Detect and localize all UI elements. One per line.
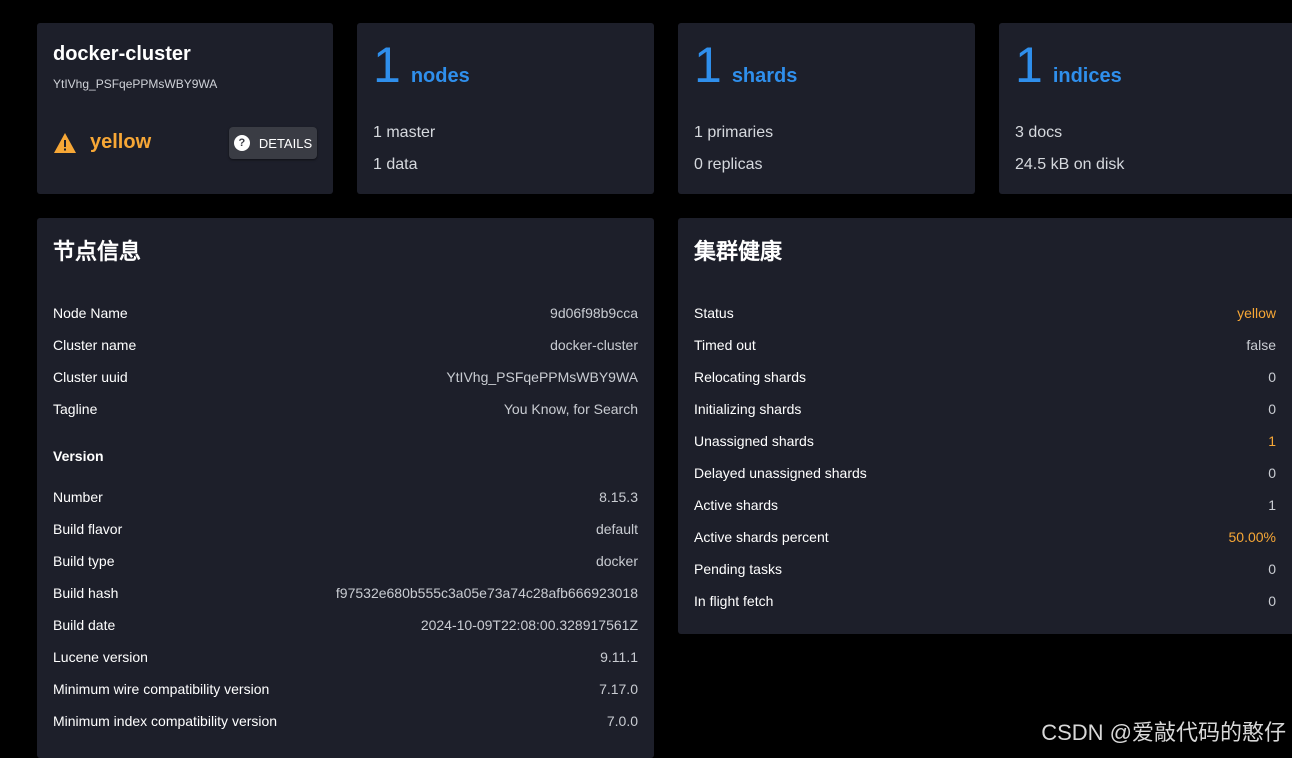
version-row: Build date 2024-10-09T22:08:00.328917561… xyxy=(53,615,638,635)
version-row: Lucene version 9.11.1 xyxy=(53,647,638,667)
version-row: Build type docker xyxy=(53,551,638,571)
nodes-data: 1 data xyxy=(373,156,417,174)
cluster-card: docker-cluster YtIVhg_PSFqePPMsWBY9WA ye… xyxy=(37,23,333,194)
info-row: Node Name 9d06f98b9cca xyxy=(53,303,638,323)
cluster-uuid: YtIVhg_PSFqePPMsWBY9WA xyxy=(53,77,217,91)
info-row: Cluster uuid YtIVhg_PSFqePPMsWBY9WA xyxy=(53,367,638,387)
health-row: Active shards percent 50.00% xyxy=(694,527,1276,547)
info-row: Cluster name docker-cluster xyxy=(53,335,638,355)
node-info-title: 节点信息 xyxy=(53,234,141,266)
shards-label[interactable]: shards xyxy=(732,65,798,88)
health-row: Pending tasks 0 xyxy=(694,559,1276,579)
indices-count: 1 xyxy=(1015,37,1043,93)
health-row: In flight fetch 0 xyxy=(694,591,1276,611)
warning-icon xyxy=(53,132,77,154)
shards-primaries: 1 primaries xyxy=(694,124,773,142)
shards-replicas: 0 replicas xyxy=(694,156,762,174)
indices-card: 1 indices 3 docs 24.5 kB on disk xyxy=(999,23,1292,194)
cluster-status-text: yellow xyxy=(90,131,151,154)
version-row: Build hash f97532e680b555c3a05e73a74c28a… xyxy=(53,583,638,603)
info-row: Tagline You Know, for Search xyxy=(53,399,638,419)
nodes-label[interactable]: nodes xyxy=(411,65,470,88)
indices-metric: 1 indices xyxy=(1015,37,1122,93)
help-icon: ? xyxy=(234,135,250,151)
cluster-status: yellow xyxy=(53,131,151,154)
version-section-label: Version xyxy=(53,448,104,464)
nodes-master: 1 master xyxy=(373,124,435,142)
indices-disk: 24.5 kB on disk xyxy=(1015,156,1124,174)
indices-label[interactable]: indices xyxy=(1053,65,1122,88)
health-row: Relocating shards 0 xyxy=(694,367,1276,387)
cluster-name: docker-cluster xyxy=(53,43,191,66)
health-row: Unassigned shards 1 xyxy=(694,431,1276,451)
nodes-card: 1 nodes 1 master 1 data xyxy=(357,23,654,194)
shards-card: 1 shards 1 primaries 0 replicas xyxy=(678,23,975,194)
nodes-metric: 1 nodes xyxy=(373,37,470,93)
shards-metric: 1 shards xyxy=(694,37,797,93)
cluster-health-title: 集群健康 xyxy=(694,234,782,266)
version-row: Minimum index compatibility version 7.0.… xyxy=(53,711,638,731)
watermark: CSDN @爱敲代码的憨仔 xyxy=(1041,715,1286,747)
nodes-count: 1 xyxy=(373,37,401,93)
version-row: Minimum wire compatibility version 7.17.… xyxy=(53,679,638,699)
health-row: Active shards 1 xyxy=(694,495,1276,515)
health-row: Delayed unassigned shards 0 xyxy=(694,463,1276,483)
node-info-panel: 节点信息 Node Name 9d06f98b9cca Cluster name… xyxy=(37,218,654,758)
health-row: Timed out false xyxy=(694,335,1276,355)
details-button[interactable]: ? DETAILS xyxy=(229,127,317,159)
details-label: DETAILS xyxy=(259,136,312,151)
health-row: Initializing shards 0 xyxy=(694,399,1276,419)
version-row: Build flavor default xyxy=(53,519,638,539)
version-row: Number 8.15.3 xyxy=(53,487,638,507)
indices-docs: 3 docs xyxy=(1015,124,1062,142)
cluster-health-panel: 集群健康 Status yellow Timed out false Reloc… xyxy=(678,218,1292,634)
shards-count: 1 xyxy=(694,37,722,93)
health-row: Status yellow xyxy=(694,303,1276,323)
